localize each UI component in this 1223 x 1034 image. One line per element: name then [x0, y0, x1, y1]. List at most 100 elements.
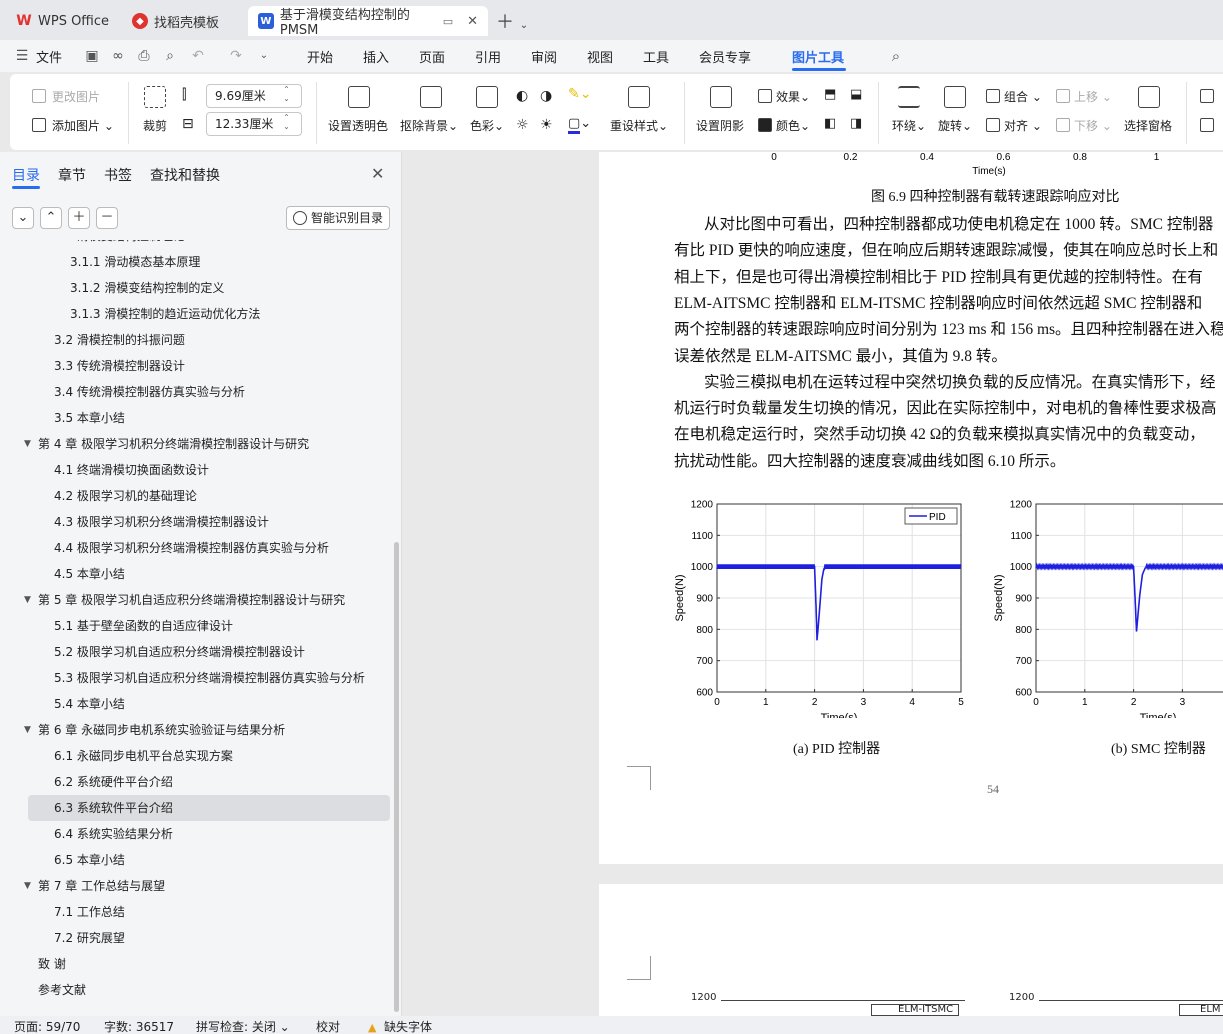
toc-item[interactable]: 致 谢	[28, 951, 390, 977]
add-image-button[interactable]: 添加图片 ⌄	[52, 117, 114, 134]
save-icon[interactable]: ▣	[84, 48, 100, 64]
change-image-button[interactable]: 更改图片	[52, 88, 100, 105]
effect-button[interactable]: 效果⌄	[776, 88, 810, 105]
toc-item[interactable]: 参考文献	[28, 977, 390, 1003]
expand-arrow-icon[interactable]: ▼	[24, 587, 31, 613]
toc-item[interactable]: 5.4 本章小结	[28, 691, 390, 717]
smart-toc-button[interactable]: 智能识别目录	[286, 206, 390, 230]
toc-item[interactable]: 4.1 终端滑模切换面函数设计	[28, 457, 390, 483]
toc-item[interactable]: 6.4 系统实验结果分析	[28, 821, 390, 847]
tab-toc[interactable]: 目录	[12, 165, 40, 185]
toc-item[interactable]: ▼ 第 5 章 极限学习机自适应积分终端滑模控制器设计与研究	[24, 587, 390, 613]
menu-view[interactable]: 视图	[587, 47, 613, 66]
border-color-icon[interactable]: ▢⌄	[568, 116, 591, 134]
select-pane-button[interactable]: 选择窗格	[1124, 117, 1172, 134]
expand-arrow-icon[interactable]: ▼	[24, 717, 31, 743]
link-icon[interactable]: ∞	[110, 48, 126, 64]
menu-page[interactable]: 页面	[419, 47, 445, 66]
word-count[interactable]: 字数: 36517	[104, 1018, 174, 1034]
wrap-button[interactable]: 环绕⌄	[892, 117, 926, 134]
page-count[interactable]: 页面: 59/70	[14, 1018, 80, 1034]
shadow-left-icon[interactable]: ◧	[824, 116, 836, 131]
toc-item[interactable]: 3.3 传统滑模控制器设计	[28, 353, 390, 379]
toc-item[interactable]: 6.1 永磁同步电机平台总实现方案	[28, 743, 390, 769]
menu-home[interactable]: 开始	[307, 47, 333, 66]
brightness-up-icon[interactable]: ☼	[516, 117, 529, 133]
missing-font[interactable]: ▲ 缺失字体	[368, 1018, 432, 1034]
send-down-button[interactable]: 下移 ⌄	[1074, 117, 1112, 134]
document-view[interactable]: 0 0.2 0.4 0.6 0.8 1 Time(s) 图 6.9 四种控制器有载转速跟踪响…	[403, 152, 1223, 1016]
tab-document[interactable]: W 基于滑模变结构控制的PMSM ▭ ✕	[248, 6, 488, 38]
toc-item[interactable]: 6.5 本章小结	[28, 847, 390, 873]
toc-item[interactable]: ▼ 第 7 章 工作总结与展望	[24, 873, 390, 899]
brightness-down-icon[interactable]: ☀	[540, 117, 553, 133]
menu-picture-tools[interactable]: 图片工具	[792, 47, 844, 66]
close-icon[interactable]: ✕	[371, 164, 384, 183]
menu-member[interactable]: 会员专享	[699, 47, 751, 66]
print-preview-icon[interactable]: ⌕	[162, 48, 178, 64]
align-button[interactable]: 对齐 ⌄	[1004, 117, 1042, 134]
toc-item[interactable]: 3.1.3 滑模控制的趋近运动优化方法	[28, 301, 390, 327]
bring-up-button[interactable]: 上移 ⌄	[1074, 88, 1112, 105]
search-icon[interactable]: ⌕	[888, 48, 904, 64]
toc-item[interactable]: 4.3 极限学习机积分终端滑模控制器设计	[28, 509, 390, 535]
toc-item[interactable]: 3.5 本章小结	[28, 405, 390, 431]
menu-insert[interactable]: 插入	[363, 47, 389, 66]
toc-item[interactable]: 3.2 滑模控制的抖振问题	[28, 327, 390, 353]
redo-icon[interactable]: ↷	[228, 48, 244, 64]
shadow-down-icon[interactable]: ⬓	[850, 87, 862, 102]
tab-chapters[interactable]: 章节	[58, 165, 86, 185]
proofread[interactable]: 校对	[316, 1018, 340, 1034]
toc-item[interactable]: 7.1 工作总结	[28, 899, 390, 925]
contrast-up-icon[interactable]: ◐	[516, 88, 528, 104]
tab-wps-office[interactable]: W WPS Office	[6, 6, 119, 36]
menu-review[interactable]: 审阅	[531, 47, 557, 66]
more-tool-icon-2[interactable]	[1200, 118, 1214, 132]
toc-item[interactable]: ▼ 3.1 滑模变结构控制理论	[28, 240, 390, 249]
close-tab-icon[interactable]: ✕	[467, 14, 478, 29]
menu-tools[interactable]: 工具	[643, 47, 669, 66]
toc-item[interactable]: 5.3 极限学习机自适应积分终端滑模控制器仿真实验与分析	[28, 665, 390, 691]
chevron-down-icon[interactable]: ⌄	[12, 207, 34, 229]
toc-item[interactable]: 3.4 传统滑模控制器仿真实验与分析	[28, 379, 390, 405]
highlight-icon[interactable]: ✎⌄	[568, 86, 591, 102]
group-button[interactable]: 组合 ⌄	[1004, 88, 1042, 105]
toc-item[interactable]: 4.2 极限学习机的基础理论	[28, 483, 390, 509]
hamburger-icon[interactable]: ☰	[14, 48, 30, 64]
undo-icon[interactable]: ↶	[190, 48, 206, 64]
height-input[interactable]: 12.33厘米	[206, 112, 302, 136]
expand-arrow-icon[interactable]: ▼	[24, 431, 31, 457]
toc-item[interactable]: 6.3 系统软件平台介绍	[28, 795, 390, 821]
width-input[interactable]: 9.69厘米	[206, 84, 302, 108]
add-icon[interactable]: ＋	[68, 207, 90, 229]
expand-arrow-icon[interactable]: ▼	[24, 873, 31, 899]
toc-item[interactable]: 7.2 研究展望	[28, 925, 390, 951]
shadow-up-icon[interactable]: ⬒	[824, 87, 836, 102]
remove-bg-button[interactable]: 抠除背景⌄	[400, 117, 458, 134]
set-transparent-button[interactable]: 设置透明色	[328, 117, 388, 134]
fill-color-button[interactable]: 颜色⌄	[776, 117, 810, 134]
tab-bookmarks[interactable]: 书签	[104, 165, 132, 185]
rotate-button[interactable]: 旋转⌄	[938, 117, 972, 134]
chevron-up-icon[interactable]: ⌃	[40, 207, 62, 229]
toc-item[interactable]: 3.1.2 滑模变结构控制的定义	[28, 275, 390, 301]
toc-item[interactable]: ▼ 第 4 章 极限学习机积分终端滑模控制器设计与研究	[24, 431, 390, 457]
spell-check[interactable]: 拼写检查: 关闭 ⌄	[196, 1018, 290, 1034]
shadow-right-icon[interactable]: ◨	[850, 116, 862, 131]
tab-docer[interactable]: ◆ 找稻壳模板	[122, 6, 229, 36]
toc-scrollbar[interactable]	[394, 542, 399, 1012]
new-tab-button[interactable]: ＋ ⌄	[496, 8, 528, 34]
toc-item[interactable]: 6.2 系统硬件平台介绍	[28, 769, 390, 795]
contrast-down-icon[interactable]: ◑	[540, 88, 552, 104]
toc-item[interactable]: 4.5 本章小结	[28, 561, 390, 587]
more-chevron-icon[interactable]: ⌄	[256, 48, 272, 64]
expand-arrow-icon[interactable]: ▼	[40, 240, 47, 249]
tab-find-replace[interactable]: 查找和替换	[150, 165, 220, 185]
remove-icon[interactable]: －	[96, 207, 118, 229]
crop-button[interactable]: 裁剪	[143, 117, 167, 134]
toc-item[interactable]: 5.2 极限学习机自适应积分终端滑模控制器设计	[28, 639, 390, 665]
toc-item[interactable]: 3.1.1 滑动模态基本原理	[28, 249, 390, 275]
reset-style-button[interactable]: 重设样式⌄	[610, 117, 668, 134]
toc-item[interactable]: ▼ 第 6 章 永磁同步电机系统实验验证与结果分析	[24, 717, 390, 743]
menu-file[interactable]: 文件	[36, 47, 62, 66]
